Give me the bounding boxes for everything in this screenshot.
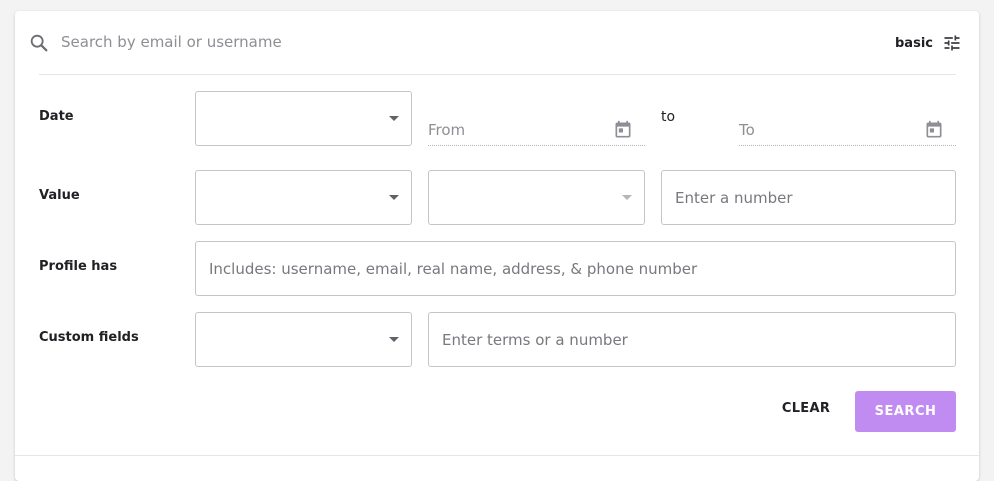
chevron-down-icon — [389, 337, 399, 342]
profile-has-input[interactable] — [209, 257, 942, 281]
date-to-separator: to — [661, 109, 676, 125]
search-button[interactable]: SEARCH — [855, 391, 956, 432]
date-from-field[interactable] — [428, 91, 645, 146]
calendar-icon[interactable] — [924, 120, 944, 140]
date-label: Date — [39, 109, 74, 124]
date-range-select[interactable] — [195, 91, 412, 146]
search-mode-toggle[interactable]: basic — [895, 32, 962, 54]
value-field-select[interactable] — [195, 170, 412, 225]
date-from-input[interactable] — [428, 120, 598, 140]
value-operator-select[interactable] — [428, 170, 645, 225]
clear-button[interactable]: CLEAR — [775, 392, 837, 424]
search-input[interactable] — [61, 29, 841, 55]
value-number-input[interactable] — [675, 186, 942, 210]
profile-has-field[interactable] — [195, 241, 956, 296]
value-label: Value — [39, 188, 80, 203]
divider — [15, 455, 979, 456]
search-mode-label: basic — [895, 35, 933, 51]
custom-fields-label: Custom fields — [39, 330, 139, 345]
chevron-down-icon — [389, 195, 399, 200]
search-icon — [30, 34, 48, 52]
custom-field-select[interactable] — [195, 312, 412, 367]
divider — [39, 74, 956, 75]
date-to-field[interactable] — [739, 91, 956, 146]
profile-has-label: Profile has — [39, 259, 118, 274]
search-bar: basic — [15, 11, 979, 74]
calendar-icon[interactable] — [613, 120, 633, 140]
value-number-field[interactable] — [661, 170, 956, 225]
date-to-input[interactable] — [739, 120, 909, 140]
search-filter-card: basic Date to Value Profile ha — [15, 11, 979, 481]
tune-icon[interactable] — [942, 33, 962, 53]
custom-field-terms-input[interactable] — [442, 328, 942, 352]
custom-field-terms-field[interactable] — [428, 312, 956, 367]
chevron-down-icon — [389, 116, 399, 121]
chevron-down-icon — [622, 195, 632, 200]
